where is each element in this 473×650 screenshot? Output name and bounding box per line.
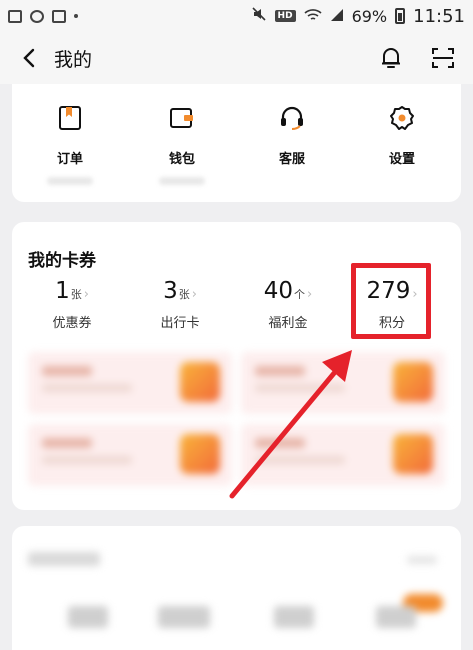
bookmark-doc-icon (56, 104, 84, 132)
stat-value: 1 (55, 278, 70, 304)
scan-icon (432, 48, 454, 68)
status-bar: HD 69% 11:51 (0, 0, 473, 32)
chevron-right-icon: › (307, 287, 313, 302)
signal-icon (330, 7, 344, 26)
bag-icon (52, 9, 66, 23)
battery-percent: 69% (351, 6, 388, 26)
promo-card[interactable] (241, 352, 445, 414)
stat-unit: 个 (294, 288, 306, 301)
chevron-left-icon (23, 48, 35, 68)
page-title: 我的 (54, 48, 93, 71)
notification-button[interactable] (375, 42, 407, 74)
chevron-right-icon: › (83, 287, 89, 302)
gallery-icon (8, 9, 22, 23)
stat-value: 3 (163, 278, 178, 304)
chevron-right-icon: › (191, 287, 197, 302)
service-label: 钱包 (168, 152, 195, 167)
mute-icon (251, 6, 267, 26)
stat-label: 福利金 (268, 316, 308, 331)
battery-icon (395, 8, 406, 24)
blurred-link[interactable] (407, 556, 437, 564)
my-coupons-card: 我的卡券 1 张 › 优惠券 3 张 › 出行卡 40 个 › 福利金 279 … (12, 222, 461, 510)
service-label: 客服 (278, 152, 305, 167)
service-label: 设置 (388, 152, 415, 167)
promo-card[interactable] (28, 424, 232, 486)
stat-unit: 张 (178, 288, 190, 301)
service-subtext-blurred (47, 177, 93, 185)
scan-button[interactable] (427, 42, 459, 74)
wifi-icon (304, 7, 322, 26)
service-settings[interactable]: 设置 (362, 104, 442, 167)
app-notification-icon (30, 9, 44, 23)
stat-value: 40 (263, 278, 294, 304)
headset-icon (278, 104, 306, 132)
blurred-item[interactable] (376, 606, 416, 628)
points-highlight-box (351, 263, 431, 339)
promo-grid-blurred (28, 352, 445, 492)
service-support[interactable]: 客服 (252, 104, 332, 167)
service-label: 订单 (56, 152, 83, 167)
service-subtext-blurred (159, 177, 205, 185)
stat-travel-cards[interactable]: 3 张 › 出行卡 (130, 278, 230, 331)
bottom-card-blurred (12, 526, 461, 650)
gear-icon (388, 104, 416, 132)
page-header: 我的 (0, 32, 473, 84)
blurred-item[interactable] (68, 606, 108, 628)
bell-icon (382, 48, 400, 68)
stat-label: 出行卡 (160, 316, 200, 331)
blurred-item[interactable] (158, 606, 210, 628)
section-title: 我的卡券 (28, 251, 96, 271)
promo-card[interactable] (241, 424, 445, 486)
service-orders[interactable]: 订单 (30, 104, 110, 185)
stat-label: 优惠券 (52, 316, 92, 331)
stat-unit: 张 (70, 288, 82, 301)
hd-badge: HD (274, 10, 296, 22)
services-card: 订单 钱包 客服 设置 (12, 84, 461, 202)
back-button[interactable] (14, 43, 44, 73)
stat-welfare[interactable]: 40 个 › 福利金 (238, 278, 338, 331)
blurred-item[interactable] (274, 606, 314, 628)
service-wallet[interactable]: 钱包 (142, 104, 222, 185)
stat-coupons[interactable]: 1 张 › 优惠券 (22, 278, 122, 331)
dot-icon (74, 14, 78, 18)
blurred-title (28, 552, 100, 566)
wallet-icon (168, 104, 196, 132)
promo-card[interactable] (28, 352, 232, 414)
clock: 11:51 (413, 5, 465, 27)
